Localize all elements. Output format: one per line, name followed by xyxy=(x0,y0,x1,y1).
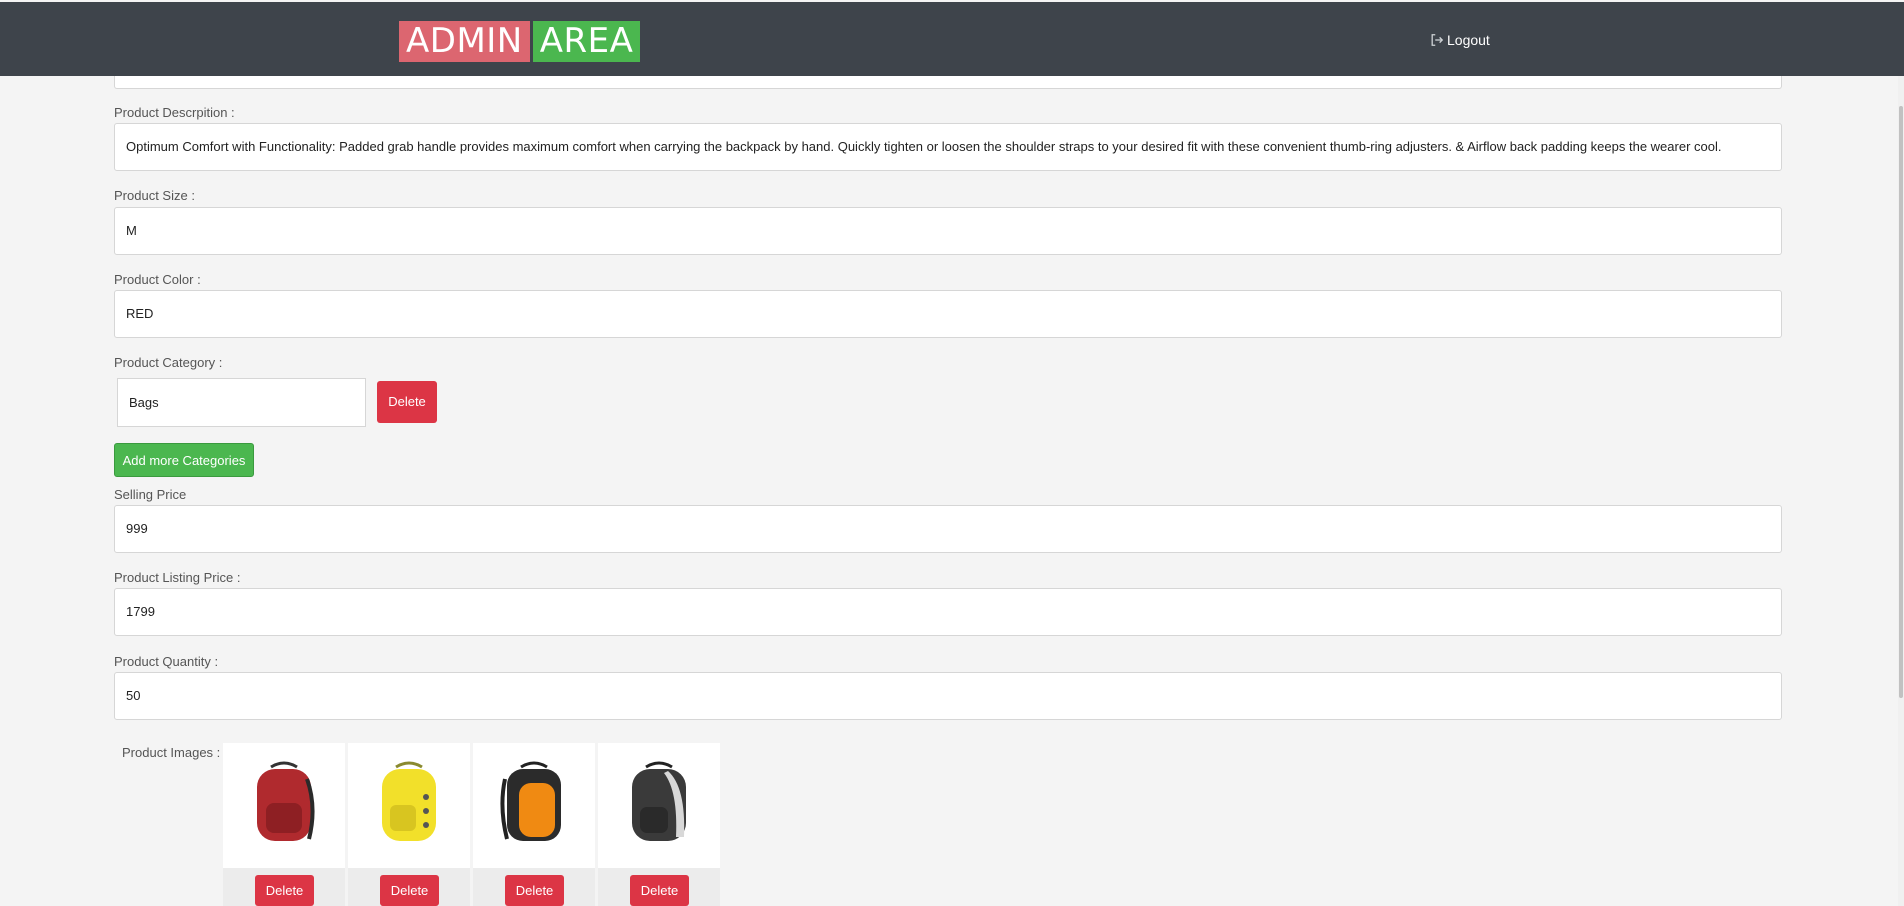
color-label: Product Color : xyxy=(114,272,201,287)
add-categories-button[interactable]: Add more Categories xyxy=(114,443,254,477)
logout-label: Logout xyxy=(1447,32,1490,48)
product-images: Delete Delete Delete Delete xyxy=(223,743,720,906)
color-input[interactable]: RED xyxy=(114,290,1782,338)
product-image xyxy=(473,743,595,868)
backpack-image xyxy=(257,761,315,841)
logout-icon xyxy=(1431,34,1444,46)
backpack-image xyxy=(382,761,436,841)
scrollbar-thumb[interactable] xyxy=(1899,106,1903,698)
backpack-image xyxy=(632,761,686,841)
description-label: Product Descrpition : xyxy=(114,105,235,120)
quantity-input[interactable]: 50 xyxy=(114,672,1782,720)
images-label: Product Images : xyxy=(122,745,221,760)
image-card: Delete xyxy=(223,743,345,906)
image-card: Delete xyxy=(348,743,470,906)
product-image xyxy=(223,743,345,868)
top-navbar: ADMIN AREA Logout xyxy=(0,2,1904,76)
delete-category-button[interactable]: Delete xyxy=(377,381,437,423)
category-input[interactable]: Bags xyxy=(117,378,366,427)
size-label: Product Size : xyxy=(114,188,195,203)
delete-image-button[interactable]: Delete xyxy=(255,875,314,906)
listing-price-input[interactable]: 1799 xyxy=(114,588,1782,636)
category-label: Product Category : xyxy=(114,355,223,370)
delete-image-button[interactable]: Delete xyxy=(505,875,564,906)
admin-area-logo[interactable]: ADMIN AREA xyxy=(399,21,641,62)
delete-image-button[interactable]: Delete xyxy=(630,875,689,906)
backpack-image xyxy=(500,761,561,841)
delete-image-button[interactable]: Delete xyxy=(380,875,439,906)
logout-link[interactable]: Logout xyxy=(1430,32,1490,48)
logo-area-text: AREA xyxy=(532,21,641,62)
size-input[interactable]: M xyxy=(114,207,1782,255)
quantity-label: Product Quantity : xyxy=(114,654,219,669)
selling-price-input[interactable]: 999 xyxy=(114,505,1782,553)
image-card: Delete xyxy=(473,743,595,906)
logo-admin-text: ADMIN xyxy=(399,21,530,62)
listing-price-label: Product Listing Price : xyxy=(114,570,241,585)
selling-price-label: Selling Price xyxy=(114,487,187,502)
description-textarea[interactable]: Optimum Comfort with Functionality: Padd… xyxy=(114,123,1782,171)
product-image xyxy=(598,743,720,868)
image-card: Delete xyxy=(598,743,720,906)
product-image xyxy=(348,743,470,868)
